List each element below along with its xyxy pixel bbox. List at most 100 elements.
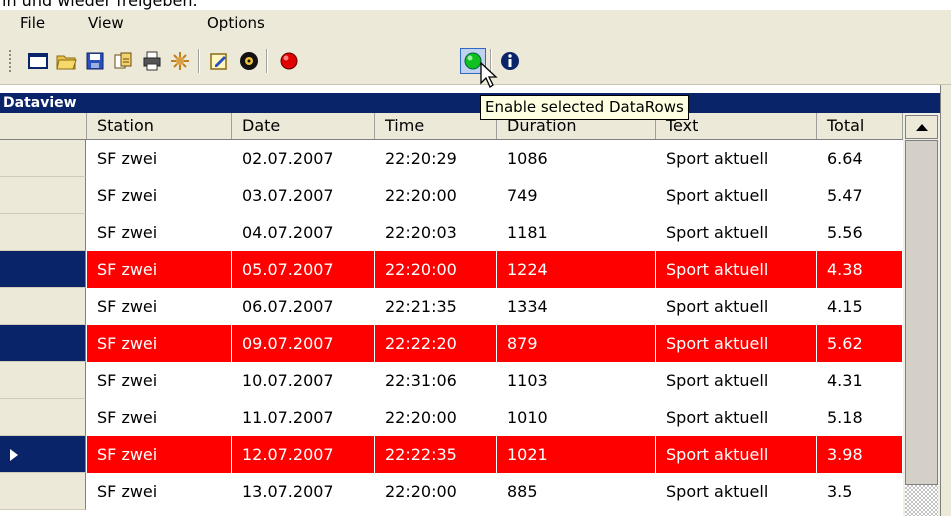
cell-station[interactable]: SF zwei — [87, 325, 232, 362]
cell-total[interactable]: 3.5 — [817, 473, 903, 510]
cell-date[interactable]: 12.07.2007 — [232, 436, 375, 473]
cell-time[interactable]: 22:20:29 — [375, 140, 497, 177]
menu-file[interactable]: File — [20, 14, 45, 32]
cell-station[interactable]: SF zwei — [87, 214, 232, 251]
cell-total[interactable]: 4.31 — [817, 362, 903, 399]
cell-duration[interactable]: 749 — [497, 177, 656, 214]
settings-icon[interactable] — [167, 48, 193, 74]
cell-date[interactable]: 05.07.2007 — [232, 251, 375, 288]
cell-total[interactable]: 6.64 — [817, 140, 903, 177]
save-icon[interactable] — [82, 48, 108, 74]
cell-station[interactable]: SF zwei — [87, 362, 232, 399]
table-row[interactable]: SF zwei 06.07.2007 22:21:35 1334 Sport aktue… — [0, 288, 903, 325]
cell-station[interactable]: SF zwei — [87, 473, 232, 510]
cell-date[interactable]: 03.07.2007 — [232, 177, 375, 214]
cell-date[interactable]: 13.07.2007 — [232, 473, 375, 510]
cell-duration[interactable]: 1021 — [497, 436, 656, 473]
cell-total[interactable]: 5.47 — [817, 177, 903, 214]
cell-date[interactable]: 06.07.2007 — [232, 288, 375, 325]
cell-time[interactable]: 22:20:03 — [375, 214, 497, 251]
cell-date[interactable]: 02.07.2007 — [232, 140, 375, 177]
cell-text[interactable]: Sport aktuell — [656, 325, 817, 362]
cell-duration[interactable]: 879 — [497, 325, 656, 362]
menu-view[interactable]: View — [88, 14, 124, 32]
cell-time[interactable]: 22:20:00 — [375, 473, 497, 510]
cell-total[interactable]: 5.56 — [817, 214, 903, 251]
table-row[interactable]: SF zwei 10.07.2007 22:31:06 1103 Sport aktue… — [0, 362, 903, 399]
column-header-date[interactable]: Date — [232, 113, 375, 139]
record-disc-icon[interactable] — [236, 48, 262, 74]
table-row[interactable]: SF zwei 05.07.2007 22:20:00 1224 Sport aktue… — [0, 251, 903, 288]
disable-rows-icon[interactable] — [276, 48, 302, 74]
column-header-station[interactable]: Station — [87, 113, 232, 139]
cell-station[interactable]: SF zwei — [87, 288, 232, 325]
row-header[interactable] — [0, 362, 86, 399]
cell-text[interactable]: Sport aktuell — [656, 288, 817, 325]
edit-icon[interactable] — [206, 48, 232, 74]
cell-station[interactable]: SF zwei — [87, 251, 232, 288]
row-header[interactable] — [0, 288, 86, 325]
cell-date[interactable]: 09.07.2007 — [232, 325, 375, 362]
cell-text[interactable]: Sport aktuell — [656, 436, 817, 473]
vertical-scrollbar[interactable] — [903, 113, 940, 516]
row-header[interactable] — [0, 140, 86, 177]
open-folder-icon[interactable] — [53, 48, 79, 74]
cell-duration[interactable]: 1181 — [497, 214, 656, 251]
cell-duration[interactable]: 1103 — [497, 362, 656, 399]
column-header-total[interactable]: Total — [817, 113, 903, 139]
table-row[interactable]: SF zwei 04.07.2007 22:20:03 1181 Sport aktue… — [0, 214, 903, 251]
cell-station[interactable]: SF zwei — [87, 436, 232, 473]
row-header[interactable] — [0, 473, 86, 510]
table-row[interactable]: SF zwei 12.07.2007 22:22:35 1021 Sport aktue… — [0, 436, 903, 473]
scroll-track[interactable] — [905, 485, 938, 516]
cell-time[interactable]: 22:20:00 — [375, 251, 497, 288]
cell-duration[interactable]: 1334 — [497, 288, 656, 325]
table-row[interactable]: SF zwei 13.07.2007 22:20:00 885 Sport aktuel… — [0, 473, 903, 510]
scroll-thumb[interactable] — [905, 140, 938, 485]
cell-date[interactable]: 10.07.2007 — [232, 362, 375, 399]
print-icon[interactable] — [139, 48, 165, 74]
column-header-time[interactable]: Time — [375, 113, 497, 139]
cell-total[interactable]: 4.15 — [817, 288, 903, 325]
cell-text[interactable]: Sport aktuell — [656, 251, 817, 288]
toolbar-grip[interactable] — [9, 50, 13, 72]
row-header[interactable] — [0, 325, 86, 362]
cell-date[interactable]: 11.07.2007 — [232, 399, 375, 436]
cell-text[interactable]: Sport aktuell — [656, 362, 817, 399]
cell-station[interactable]: SF zwei — [87, 177, 232, 214]
cell-total[interactable]: 5.18 — [817, 399, 903, 436]
cell-total[interactable]: 5.62 — [817, 325, 903, 362]
cell-date[interactable]: 04.07.2007 — [232, 214, 375, 251]
cell-time[interactable]: 22:21:35 — [375, 288, 497, 325]
row-header[interactable] — [0, 436, 86, 473]
cell-text[interactable]: Sport aktuell — [656, 214, 817, 251]
export-icon[interactable] — [110, 48, 136, 74]
cell-time[interactable]: 22:22:35 — [375, 436, 497, 473]
row-header[interactable] — [0, 251, 86, 288]
cell-time[interactable]: 22:31:06 — [375, 362, 497, 399]
cell-text[interactable]: Sport aktuell — [656, 399, 817, 436]
scroll-up-button[interactable] — [905, 115, 938, 139]
cell-total[interactable]: 3.98 — [817, 436, 903, 473]
cell-text[interactable]: Sport aktuell — [656, 177, 817, 214]
row-header[interactable] — [0, 399, 86, 436]
cell-duration[interactable]: 1086 — [497, 140, 656, 177]
table-row[interactable]: SF zwei 09.07.2007 22:22:20 879 Sport aktuel… — [0, 325, 903, 362]
row-header[interactable] — [0, 177, 86, 214]
cell-station[interactable]: SF zwei — [87, 399, 232, 436]
cell-text[interactable]: Sport aktuell — [656, 140, 817, 177]
menu-options[interactable]: Options — [207, 14, 265, 32]
cell-time[interactable]: 22:20:00 — [375, 399, 497, 436]
cell-text[interactable]: Sport aktuell — [656, 473, 817, 510]
new-icon[interactable] — [25, 48, 51, 74]
cell-duration[interactable]: 1224 — [497, 251, 656, 288]
table-row[interactable]: SF zwei 11.07.2007 22:20:00 1010 Sport aktue… — [0, 399, 903, 436]
cell-time[interactable]: 22:22:20 — [375, 325, 497, 362]
cell-duration[interactable]: 1010 — [497, 399, 656, 436]
cell-total[interactable]: 4.38 — [817, 251, 903, 288]
cell-station[interactable]: SF zwei — [87, 140, 232, 177]
table-row[interactable]: SF zwei 02.07.2007 22:20:29 1086 Sport aktue… — [0, 140, 903, 177]
table-row[interactable]: SF zwei 03.07.2007 22:20:00 749 Sport aktuel… — [0, 177, 903, 214]
cell-time[interactable]: 22:20:00 — [375, 177, 497, 214]
row-header[interactable] — [0, 214, 86, 251]
